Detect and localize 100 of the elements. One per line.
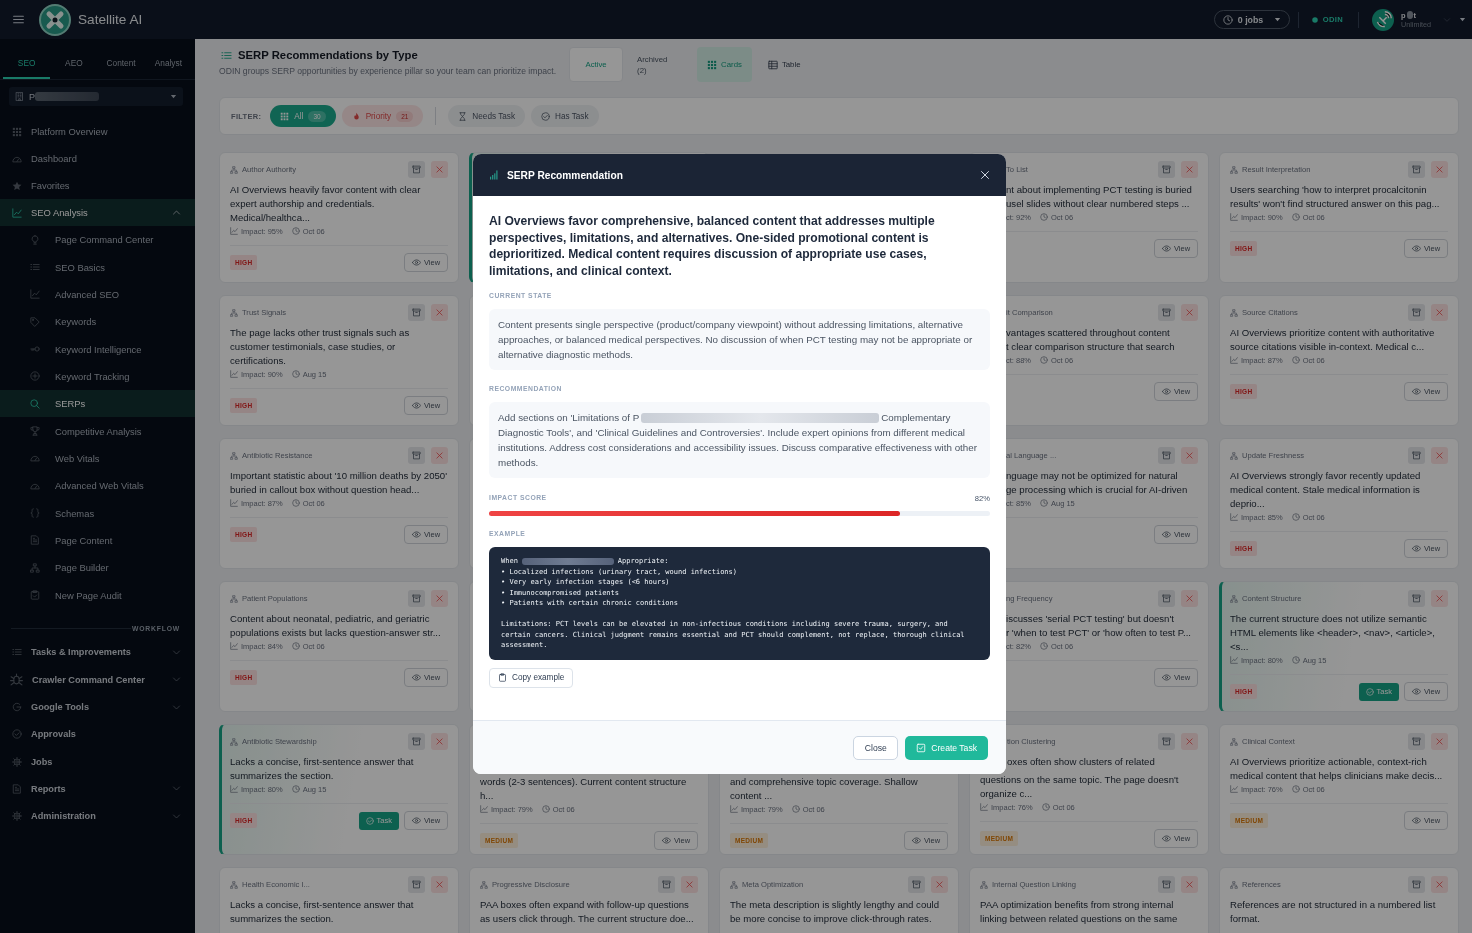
menu-icon[interactable] [12,13,25,26]
dismiss-button[interactable] [431,733,448,750]
dismiss-button[interactable] [431,161,448,178]
sidebar-item[interactable]: Page Content [0,526,195,555]
sidebar-item[interactable]: Platform Overview [0,118,195,145]
dismiss-button[interactable] [1181,447,1198,464]
hierarchy-icon [980,880,988,889]
sidebar-item[interactable]: SERPs [0,390,195,418]
archive-button[interactable] [1408,733,1425,750]
archive-button[interactable] [408,590,425,607]
close-icon [1185,594,1194,603]
sidebar-item[interactable]: SEO Analysis [0,199,195,226]
sidebar-item[interactable]: Advanced SEO [0,280,195,309]
close-icon [935,880,944,889]
line-chart-icon [230,499,238,507]
dismiss-button[interactable] [431,447,448,464]
archive-button[interactable] [1158,876,1175,893]
braces-icon [30,508,40,519]
dismiss-button[interactable] [1181,733,1198,750]
sidebar-item[interactable]: Google Tools [0,693,195,721]
dismiss-button[interactable] [1431,733,1448,750]
archive-button[interactable] [408,876,425,893]
sidebar-item[interactable]: Keyword Intelligence [0,335,195,363]
dismiss-button[interactable] [1181,304,1198,321]
sidebar-item[interactable]: Advanced Web Vitals [0,472,195,500]
dialog-close-button[interactable]: Close [853,735,899,760]
archive-button[interactable] [1158,161,1175,178]
archive-button[interactable] [1408,447,1425,464]
chevron-down-icon[interactable] [172,647,181,657]
dismiss-button[interactable] [1431,590,1448,607]
sidebar-item[interactable]: Crawler Command Center [0,666,195,694]
caret-icon[interactable] [1459,16,1466,23]
archive-button[interactable] [1408,304,1425,321]
dismiss-button[interactable] [1431,447,1448,464]
dismiss-button[interactable] [431,590,448,607]
sidebar-item[interactable]: Web Vitals [0,444,195,473]
copy-button[interactable]: Copy example [489,667,574,688]
sidebar-item[interactable]: Dashboard [0,145,195,172]
archive-button[interactable] [408,304,425,321]
archive-button[interactable] [1158,304,1175,321]
close-icon [1435,165,1444,174]
sidebar-item[interactable]: Schemas [0,499,195,527]
card-description: vantages scattered throughout content t clear comparison structure that search [1006,326,1176,354]
sidebar-item[interactable]: Reports [0,775,195,803]
archive-button[interactable] [658,876,675,893]
list-icon [12,647,22,658]
card-description: PAA optimization benefits from strong internal linking between related questions on the same [980,898,1179,926]
sidebar-item[interactable]: New Page Audit [0,581,195,609]
archive-button[interactable] [1158,590,1175,607]
archive-button[interactable] [1408,876,1425,893]
archive-button[interactable] [408,447,425,464]
create-task-button[interactable]: Create Task [905,735,988,760]
archive-button[interactable] [1408,590,1425,607]
dismiss-button[interactable] [431,876,448,893]
archive-button[interactable] [1408,161,1425,178]
project-select[interactable]: P [9,87,183,106]
sidebar-tab[interactable]: Content [97,49,145,79]
eye-icon [411,258,421,267]
archive-icon [1162,165,1171,174]
sidebar-item[interactable]: Page Command Center [0,226,195,254]
dismiss-button[interactable] [1431,161,1448,178]
filter-chip[interactable]: Needs Task [448,105,525,127]
sidebar-tab[interactable]: Analyst [144,49,192,79]
dismiss-button[interactable] [1181,876,1198,893]
close-button[interactable] [979,169,991,181]
sidebar-item[interactable]: Keywords [0,308,195,336]
archive-button[interactable] [1158,447,1175,464]
recommendation-text: Complementary [881,411,951,426]
dismiss-button[interactable] [1181,590,1198,607]
archive-button[interactable] [408,733,425,750]
sidebar-item[interactable]: SEO Basics [0,253,195,281]
dismiss-button[interactable] [681,876,698,893]
dismiss-button[interactable] [1431,304,1448,321]
avatar-icon[interactable] [1372,8,1395,31]
sidebar-item[interactable]: Page Builder [0,554,195,582]
archive-button[interactable] [408,161,425,178]
card-description: questions on the same topic. The page doesn't organize c... [980,773,1180,801]
sidebar-item[interactable]: Administration [0,802,195,830]
eye-icon [1411,387,1421,396]
sidebar-tab[interactable]: AEO [50,49,98,79]
dismiss-button[interactable] [1181,161,1198,178]
filter-chip[interactable]: Has Task [531,105,599,127]
bug-icon [10,673,23,687]
document-icon [12,783,22,794]
chevron-up-icon[interactable] [172,208,181,217]
close-icon [435,880,444,889]
sidebar-item[interactable]: Competitive Analysis [0,417,195,445]
sidebar-tab[interactable]: SEO [3,49,51,79]
chevron-down-icon[interactable] [172,702,181,712]
dismiss-button[interactable] [431,304,448,321]
sidebar-item[interactable]: Approvals [0,720,195,748]
chevron-down-icon[interactable] [172,811,181,821]
archive-button[interactable] [908,876,925,893]
sidebar-item[interactable]: Favorites [0,172,195,199]
sidebar-item[interactable]: Jobs [0,748,195,776]
dismiss-button[interactable] [931,876,948,893]
dismiss-button[interactable] [1431,876,1448,893]
archive-button[interactable] [1158,733,1175,750]
sidebar-item[interactable]: Tasks & Improvements [0,638,195,667]
line-chart-icon [1230,656,1238,664]
